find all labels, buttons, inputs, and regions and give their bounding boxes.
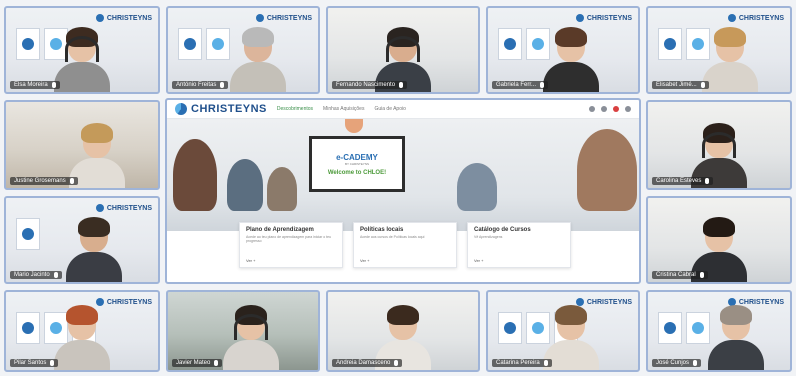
mic-icon bbox=[220, 82, 225, 88]
participant-video bbox=[54, 305, 110, 370]
video-tile[interactable]: CHRISTEYNS Catarina Pereira bbox=[486, 290, 640, 372]
shared-screen-topbar: CHRISTEYNS Descobrimentos Minhas Aquisiç… bbox=[167, 100, 639, 119]
christeyns-logo: CHRISTEYNS bbox=[95, 14, 152, 22]
site-nav: Descobrimentos Minhas Aquisições Guia de… bbox=[277, 106, 406, 112]
participant-video bbox=[222, 305, 279, 370]
nav-item[interactable]: Descobrimentos bbox=[277, 106, 313, 112]
header-tools bbox=[589, 106, 631, 112]
participant-name: Justine Grosemans bbox=[14, 178, 66, 184]
welcome-text: Welcome to CHLOE! bbox=[327, 170, 387, 176]
mic-icon bbox=[693, 360, 698, 366]
participant-name-tag: António Freitas bbox=[172, 81, 229, 89]
presentation-screen: e-CADEMY BY CHRISTEYNS Welcome to CHLOE! bbox=[309, 136, 405, 192]
video-tile[interactable]: CHRISTEYNS Elisabet Jimé... bbox=[646, 6, 792, 94]
grid-icon[interactable] bbox=[601, 106, 607, 112]
video-tile[interactable]: CHRISTEYNS António Freitas bbox=[166, 6, 320, 94]
mic-icon bbox=[543, 360, 548, 366]
video-tile[interactable]: Carolina Esteves bbox=[646, 100, 792, 190]
participant-video bbox=[54, 27, 110, 92]
ecademy-title: e-CADEMY bbox=[336, 153, 378, 162]
participant-name-tag: Gabriela Ferr... bbox=[492, 81, 549, 89]
video-tile[interactable]: Fernando Nascimento bbox=[326, 6, 480, 94]
hero-person bbox=[173, 139, 217, 211]
participant-name-tag: Catarina Pereira bbox=[492, 359, 552, 367]
hero-person bbox=[457, 163, 497, 211]
participant-name: Pilar Santos bbox=[14, 360, 47, 366]
video-tile[interactable]: CHRISTEYNS Mario Jacinto bbox=[4, 196, 160, 284]
avatar[interactable] bbox=[625, 106, 631, 112]
participant-name-tag: Pilar Santos bbox=[10, 359, 59, 367]
notification-icon[interactable] bbox=[613, 106, 619, 112]
video-tile[interactable]: Andreia Damasceno bbox=[326, 290, 480, 372]
christeyns-logo: CHRISTEYNS bbox=[727, 14, 784, 22]
nav-item[interactable]: Minhas Aquisições bbox=[323, 106, 364, 112]
participant-name: Andreia Damasceno bbox=[336, 360, 391, 366]
participant-video bbox=[702, 27, 759, 92]
mic-icon bbox=[53, 272, 58, 278]
mic-icon bbox=[51, 82, 56, 88]
mic-icon bbox=[50, 360, 55, 366]
mic-icon bbox=[394, 360, 399, 366]
christeyns-logo: CHRISTEYNS bbox=[95, 204, 152, 212]
mic-icon bbox=[700, 82, 705, 88]
local-policies-card[interactable]: Políticas locais Acede aos cursos de Pol… bbox=[353, 222, 457, 268]
participant-name-tag: Elisabet Jimé... bbox=[652, 81, 709, 89]
participant-name: Catarina Pereira bbox=[496, 360, 540, 366]
poster-cards bbox=[16, 218, 40, 250]
christeyns-logo: CHRISTEYNS bbox=[575, 14, 632, 22]
shared-screen[interactable]: CHRISTEYNS Descobrimentos Minhas Aquisiç… bbox=[165, 98, 641, 284]
hero-person bbox=[227, 159, 263, 211]
mic-icon bbox=[699, 272, 704, 278]
mic-icon bbox=[705, 178, 710, 184]
participant-name: Carolina Esteves bbox=[656, 178, 702, 184]
video-tile[interactable]: Justine Grosemans bbox=[4, 100, 160, 190]
christeyns-logo-icon bbox=[175, 103, 187, 115]
poster-cards bbox=[658, 312, 710, 344]
participant-name: Fernando Nascimento bbox=[336, 82, 396, 88]
participant-name: Cristina Cabral bbox=[656, 272, 696, 278]
participant-video bbox=[66, 217, 123, 282]
video-tile[interactable]: Cristina Cabral bbox=[646, 196, 792, 284]
mic-icon bbox=[540, 82, 545, 88]
video-tile[interactable]: Javier Mateo bbox=[166, 290, 320, 372]
participant-video bbox=[708, 305, 765, 370]
participant-name-tag: Justine Grosemans bbox=[10, 177, 78, 185]
participant-name: Javier Mateo bbox=[176, 360, 211, 366]
hero-person bbox=[577, 129, 637, 211]
nav-item[interactable]: Guia de Apoio bbox=[374, 106, 405, 112]
participant-name: Elisabet Jimé... bbox=[656, 82, 697, 88]
mic-icon bbox=[214, 360, 219, 366]
video-tile[interactable]: CHRISTEYNS José Cunjos bbox=[646, 290, 792, 372]
participant-name-tag: Cristina Cabral bbox=[652, 271, 708, 279]
participant-name-tag: Carolina Esteves bbox=[652, 177, 714, 185]
hero-person bbox=[267, 167, 297, 211]
participant-name: José Cunjos bbox=[656, 360, 690, 366]
participant-name-tag: José Cunjos bbox=[652, 359, 702, 367]
ecademy-subtitle: BY CHRISTEYNS bbox=[344, 162, 370, 166]
participant-name: António Freitas bbox=[176, 82, 217, 88]
video-tile[interactable]: CHRISTEYNS Pilar Santos bbox=[4, 290, 160, 372]
participant-name-tag: Javier Mateo bbox=[172, 359, 223, 367]
christeyns-logo: CHRISTEYNS bbox=[255, 14, 312, 22]
participant-name: Mario Jacinto bbox=[14, 272, 50, 278]
course-catalog-card[interactable]: Catálogo de Cursos Vê Aprendizagens Ver … bbox=[467, 222, 571, 268]
participant-name: Gabriela Ferr... bbox=[496, 82, 537, 88]
video-tile[interactable]: CHRISTEYNS Elsa Moreira bbox=[4, 6, 160, 94]
christeyns-logo: CHRISTEYNS bbox=[575, 298, 632, 306]
participant-name-tag: Mario Jacinto bbox=[10, 271, 62, 279]
search-icon[interactable] bbox=[589, 106, 595, 112]
participant-name-tag: Elsa Moreira bbox=[10, 81, 60, 89]
mic-icon bbox=[69, 178, 74, 184]
christeyns-brand: CHRISTEYNS bbox=[175, 103, 267, 115]
participant-name-tag: Andreia Damasceno bbox=[332, 359, 403, 367]
participant-video bbox=[230, 27, 286, 92]
mic-icon bbox=[399, 82, 404, 88]
christeyns-logo: CHRISTEYNS bbox=[95, 298, 152, 306]
learning-plan-card[interactable]: Plano de Aprendizagem Acede ao teu plano… bbox=[239, 222, 343, 268]
participant-name: Elsa Moreira bbox=[14, 82, 48, 88]
poster-cards bbox=[178, 28, 230, 60]
participant-video bbox=[542, 27, 599, 92]
video-tile[interactable]: CHRISTEYNS Gabriela Ferr... bbox=[486, 6, 640, 94]
participant-name-tag: Fernando Nascimento bbox=[332, 81, 408, 89]
